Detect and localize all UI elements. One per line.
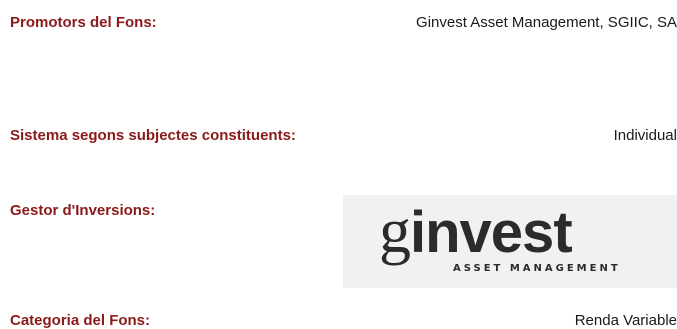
promotors-label: Promotors del Fons:: [10, 14, 157, 31]
logo-letter-g: g: [379, 195, 411, 266]
logo-subtitle: ASSET MANAGEMENT: [453, 263, 621, 274]
ginvest-logo: ginvest ASSET MANAGEMENT: [343, 195, 677, 288]
categoria-value: Renda Variable: [574, 312, 677, 329]
logo-word-invest: invest: [410, 200, 573, 265]
ginvest-logo-wordmark: ginvest: [379, 199, 649, 263]
promotors-value: Ginvest Asset Management, SGIIC, SA: [416, 14, 677, 31]
gestor-label: Gestor d'Inversions:: [10, 202, 156, 219]
sistema-label: Sistema segons subjectes constituents:: [10, 127, 296, 144]
sistema-value: Individual: [613, 127, 677, 144]
categoria-label: Categoria del Fons:: [10, 312, 151, 329]
